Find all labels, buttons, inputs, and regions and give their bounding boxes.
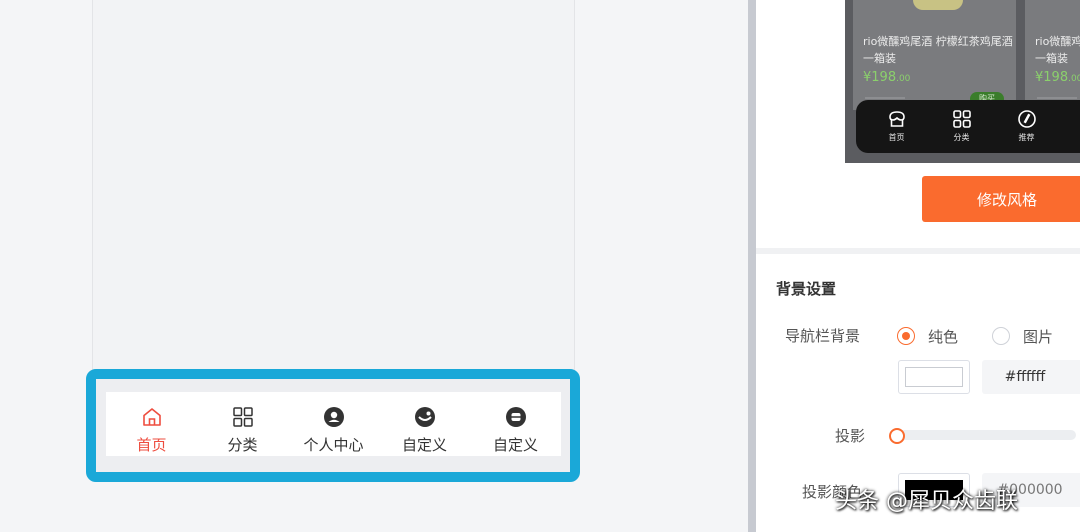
tab-label: 自定义 [492,436,538,454]
modify-style-button[interactable]: 修改风格 [922,176,1080,222]
preview-nav-label: 推荐 [1018,133,1035,142]
background-color-input[interactable]: #ffffff [982,360,1080,394]
preview-nav-item: 分类 [929,100,994,153]
product-image [913,0,963,10]
phone-preview [92,0,575,392]
nav-background-label: 导航栏背景 [785,327,861,345]
tab-personal-center[interactable]: 个人中心 [288,392,379,456]
preview-nav-label: 首页 [888,133,905,142]
store-icon [886,108,908,130]
settings-panel: rio微醺鸡尾酒 柠檬红茶鸡尾酒一箱装 ¥198.00 购买 rio微醺鸡尾酒 … [756,0,1080,532]
product-price: ¥198.00 [863,70,911,85]
tab-custom-2[interactable]: 自定义 [470,392,561,456]
tab-label: 首页 [136,436,167,454]
tab-label: 分类 [227,436,258,454]
product-name: rio微醺鸡尾酒 柠檬红茶鸡尾酒一箱装 [1035,35,1080,65]
panel-divider[interactable] [748,0,756,532]
grid-icon [951,108,973,130]
section-title: 背景设置 [776,280,837,298]
tab-label: 个人中心 [303,436,364,454]
product-card: rio微醺鸡尾酒 柠檬红茶鸡尾酒一箱装 ¥198.00 [1025,0,1080,110]
solid-color-label[interactable]: 纯色 [928,326,958,347]
bottom-tabbar[interactable]: 首页 分类 个人中心 自定义 自定义 [106,392,561,456]
grid-icon [232,406,254,428]
section-separator [756,248,1080,254]
product-card: rio微醺鸡尾酒 柠檬红茶鸡尾酒一箱装 ¥198.00 购买 [853,0,1016,110]
image-label[interactable]: 图片 [1023,326,1053,347]
background-color-picker[interactable] [898,360,970,394]
user-circle-icon [323,406,345,428]
shadow-slider-handle[interactable] [889,428,905,444]
color-swatch [905,367,963,387]
style-preview: rio微醺鸡尾酒 柠檬红茶鸡尾酒一箱装 ¥198.00 购买 rio微醺鸡尾酒 … [845,0,1080,163]
original-price [865,97,905,99]
preview-nav-label: 分类 [953,133,970,142]
home-icon [141,406,163,428]
watermark: 头条 @犀贝众齿联 [835,489,1018,514]
tab-home[interactable]: 首页 [106,392,197,456]
preview-nav-item: 推荐 [994,100,1059,153]
solid-color-radio[interactable] [897,327,915,345]
tab-category[interactable]: 分类 [197,392,288,456]
preview-nav-bar: 首页 分类 推荐 [856,100,1080,153]
product-price: ¥198.00 [1035,70,1080,85]
compass-icon [1016,108,1038,130]
tab-label: 自定义 [401,436,447,454]
shadow-label: 投影 [835,427,866,445]
tab-custom-1[interactable]: 自定义 [379,392,470,456]
product-name: rio微醺鸡尾酒 柠檬红茶鸡尾酒一箱装 [863,35,1013,65]
original-price [1037,97,1077,99]
custom-circle-icon [505,406,527,428]
shadow-slider[interactable] [898,430,1076,440]
editor-canvas: 首页 分类 个人中心 自定义 自定义 [0,0,748,532]
preview-nav-item: 首页 [864,100,929,153]
custom-circle-icon [414,406,436,428]
image-radio[interactable] [992,327,1010,345]
